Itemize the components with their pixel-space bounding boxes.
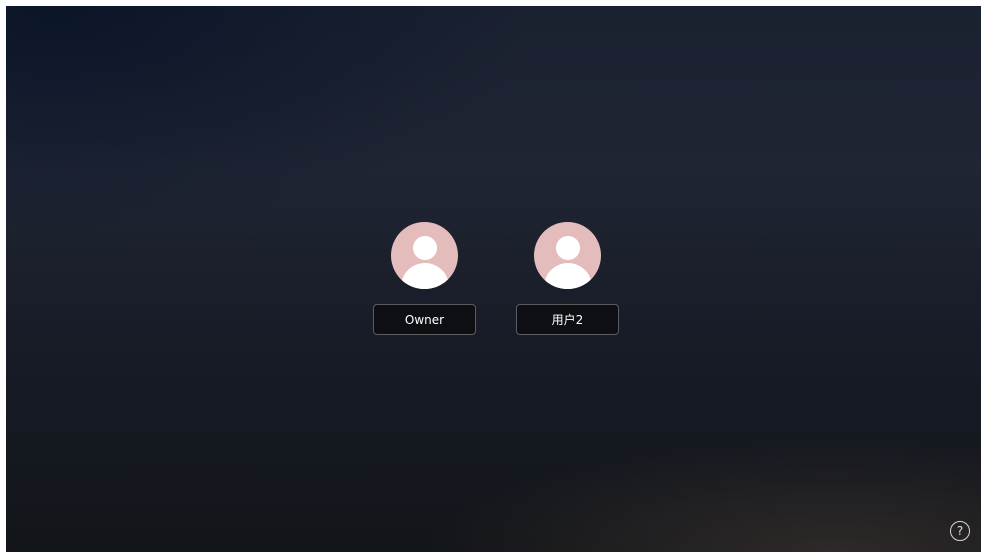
user-list: Owner 用户2 (373, 222, 619, 335)
user-card-user2[interactable]: 用户2 (516, 222, 619, 335)
help-icon[interactable]: ? (950, 521, 970, 541)
avatar-head (555, 236, 580, 260)
user-name-button[interactable]: 用户2 (516, 304, 619, 335)
user-selection-screen: Owner 用户2 ? (6, 6, 981, 552)
default-user-icon[interactable] (534, 222, 601, 289)
avatar-body (400, 263, 449, 289)
user-card-owner[interactable]: Owner (373, 222, 476, 335)
default-user-icon[interactable] (391, 222, 458, 289)
avatar-head (412, 236, 437, 260)
avatar-body (543, 263, 592, 289)
user-name-button[interactable]: Owner (373, 304, 476, 335)
